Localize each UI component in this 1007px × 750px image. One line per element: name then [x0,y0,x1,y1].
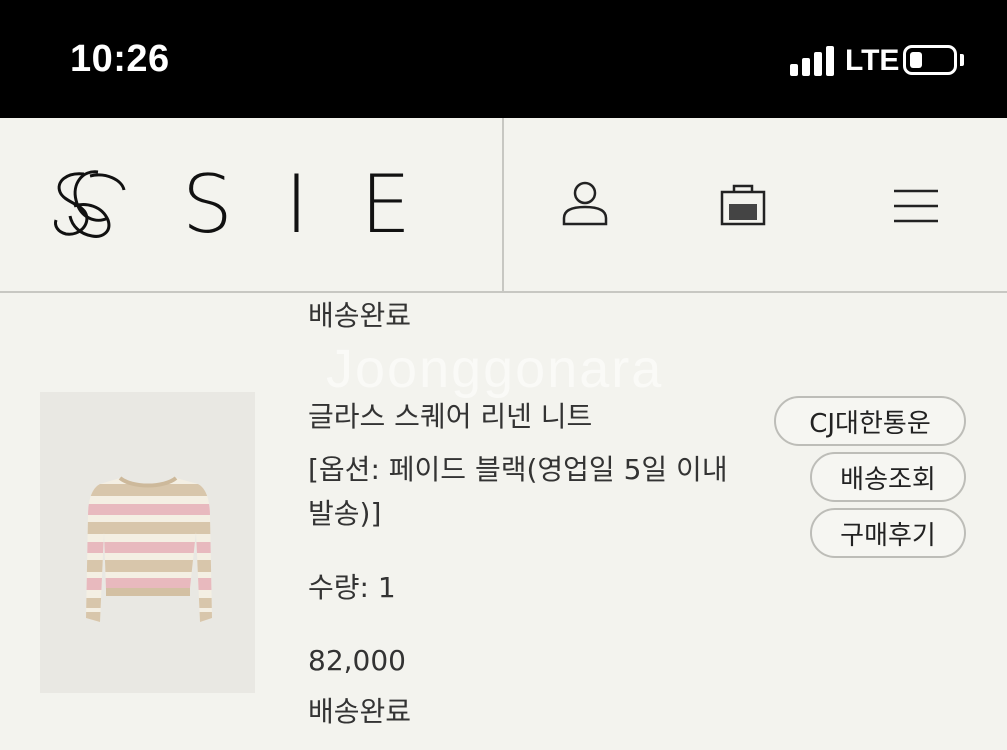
shopping-bag-icon[interactable] [720,182,766,226]
signal-icon [790,46,834,76]
order-status-label: 배송완료 [308,299,412,332]
product-quantity: 수량: 1 [308,571,396,604]
user-icon[interactable] [562,180,608,226]
sweater-illustration [86,476,212,622]
watermark-text: Joonggonara [326,339,664,399]
site-header: SIE [0,118,1007,293]
network-label: LTE [845,44,900,77]
tracking-button[interactable]: 배송조회 [810,452,966,502]
battery-icon [903,45,957,75]
logo-text[interactable]: SIE [182,160,463,250]
product-name[interactable]: 글라스 스퀘어 리넨 니트 [308,395,728,435]
header-divider [502,118,504,293]
hamburger-menu-icon[interactable] [893,188,939,224]
product-price: 82,000 [308,644,406,677]
logo-mark-icon[interactable] [52,166,128,242]
review-button[interactable]: 구매후기 [810,508,966,558]
order-status-label: 배송완료 [308,695,412,728]
battery-tip [960,54,964,66]
status-bar: 10:26 LTE [0,0,1007,118]
product-image[interactable] [40,392,255,693]
product-option: [옵션: 페이드 블랙(영업일 5일 이내 발송)] [308,453,728,530]
status-time: 10:26 [70,38,170,80]
carrier-button[interactable]: CJ대한통운 [774,396,966,446]
